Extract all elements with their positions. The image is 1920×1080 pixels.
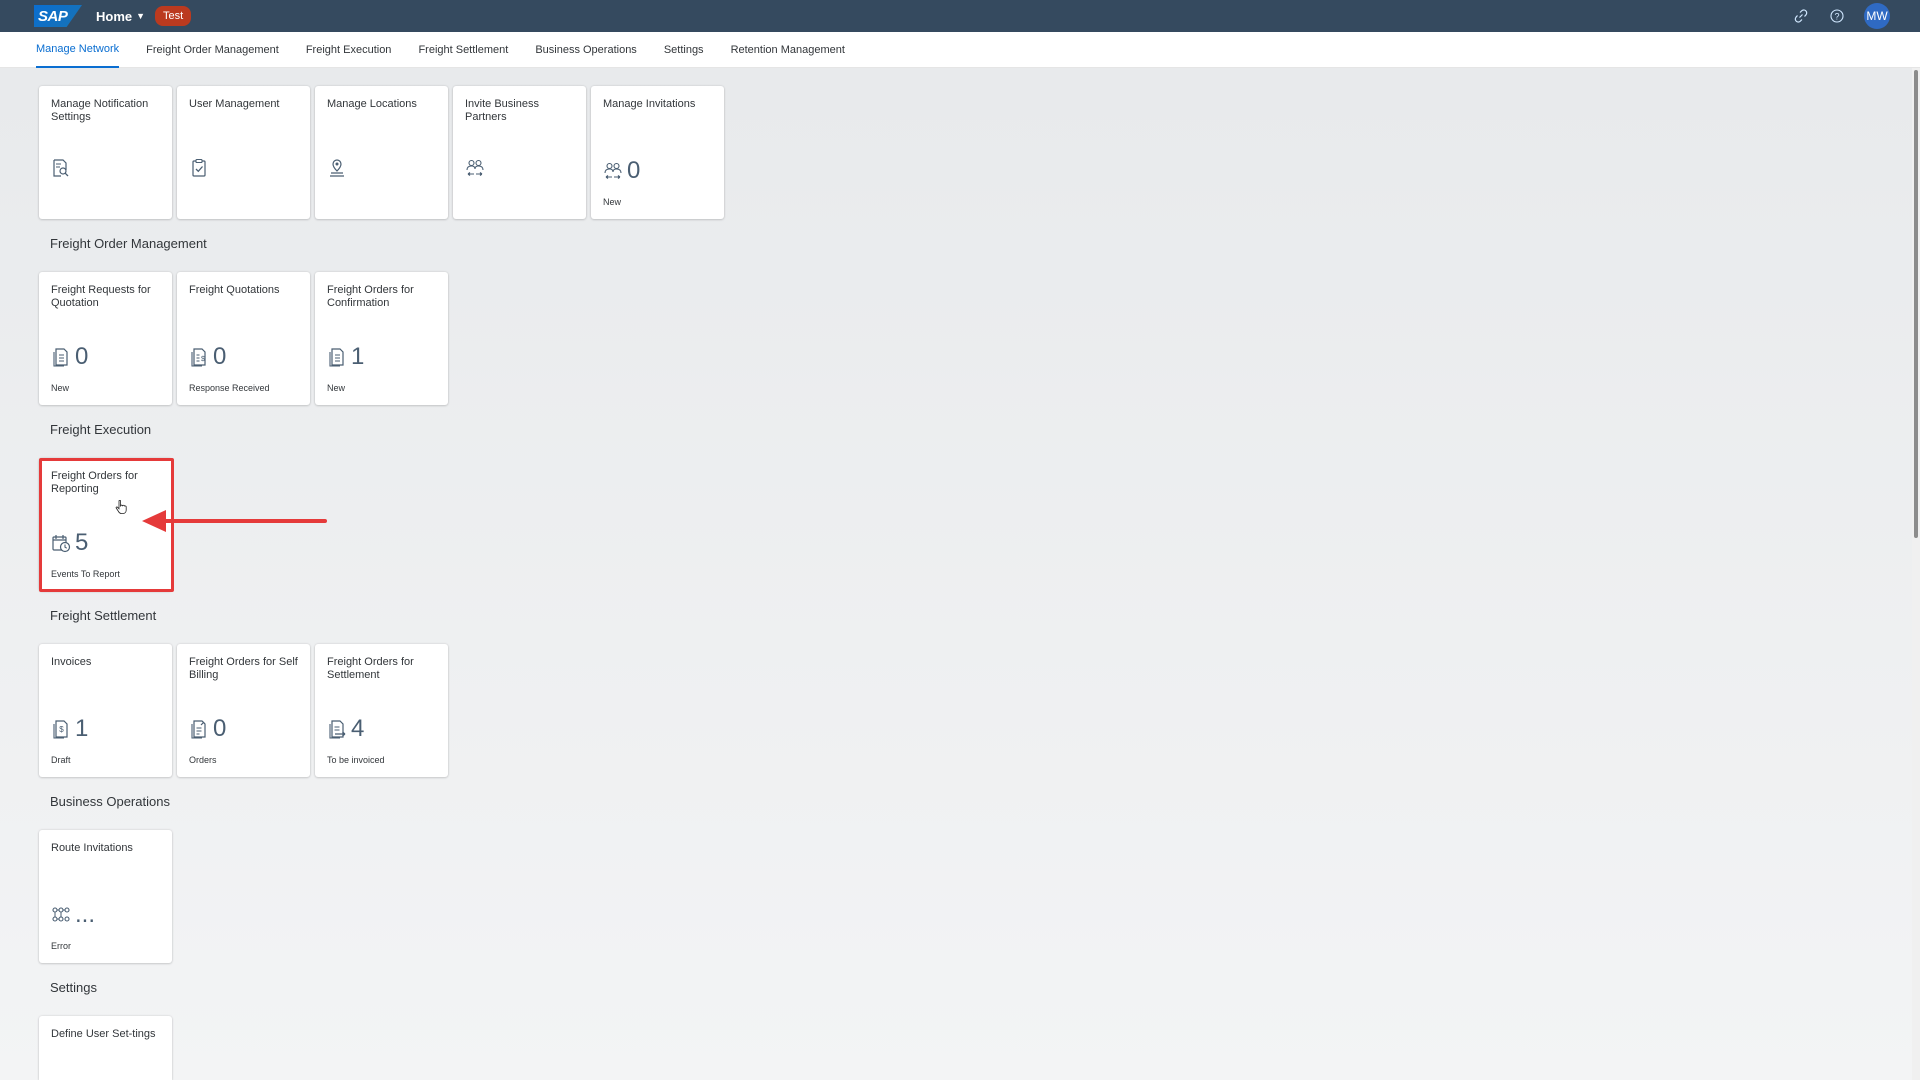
clipboard-check-icon [189, 158, 209, 178]
kpi-value: 1 [351, 343, 365, 370]
help-icon[interactable]: ? [1828, 7, 1846, 25]
document-list-icon [327, 347, 347, 367]
tile-title: Manage Invitations [603, 98, 696, 110]
tile-route-invitations[interactable]: Route Invitations ... Error [39, 830, 172, 963]
tile-invite-business-partners[interactable]: Invite Business Partners [453, 86, 586, 219]
tile-manage-notification-settings[interactable]: Manage Notification Settings [39, 86, 172, 219]
tile-title: Invite Business Partners [465, 98, 539, 123]
invoice-icon: $ [51, 719, 71, 739]
sap-logo[interactable]: SAP [34, 5, 82, 27]
document-arrow-icon [327, 719, 347, 739]
section-title-freight-execution: Freight Execution [50, 422, 152, 437]
svg-text:$: $ [59, 725, 64, 734]
tile-title: Define User Set-tings [51, 1028, 156, 1040]
environment-badge: Test [155, 6, 192, 26]
kpi-value: 0 [213, 343, 227, 370]
tile-freight-orders-for-confirmation[interactable]: Freight Orders for Confirmation 1 New [315, 272, 448, 405]
annotation-arrow-line [162, 519, 327, 523]
section-title-settings: Settings [50, 980, 97, 995]
tile-title: Route Invitations [51, 842, 133, 854]
kpi-value: 0 [75, 343, 89, 370]
anchor-business-operations[interactable]: Business Operations [535, 32, 637, 68]
chevron-down-icon: ▼ [136, 11, 146, 21]
link-icon[interactable] [1792, 7, 1810, 25]
section-title-freight-settlement: Freight Settlement [50, 608, 157, 623]
tile-define-user-settings[interactable]: Define User Set-tings [39, 1016, 172, 1080]
tile-title: Freight Orders for Self Billing [189, 656, 298, 681]
tile-freight-quotations[interactable]: Freight Quotations $ 0 Response Received [177, 272, 310, 405]
kpi-value: 4 [351, 715, 365, 742]
kpi-subtitle: To be invoiced [327, 755, 385, 765]
section-title-business-operations: Business Operations [50, 794, 170, 809]
shell-bar: SAP Home ▼ Test ? MW [0, 0, 1920, 32]
tile-title: Freight Requests for Quotation [51, 284, 151, 309]
svg-text:?: ? [1834, 12, 1839, 22]
tile-freight-orders-for-settlement[interactable]: Freight Orders for Settlement 4 To be in… [315, 644, 448, 777]
anchor-freight-order-management[interactable]: Freight Order Management [146, 32, 279, 68]
kpi-value: ... [75, 901, 96, 928]
page-content [0, 68, 1912, 1080]
tile-user-management[interactable]: User Management [177, 86, 310, 219]
home-menu-button[interactable]: Home ▼ [96, 9, 145, 24]
partners-exchange-icon [603, 161, 623, 181]
scrollbar-thumb[interactable] [1914, 70, 1918, 538]
document-search-icon [51, 158, 71, 178]
svg-text:$: $ [201, 356, 205, 363]
location-pin-icon [327, 158, 347, 178]
tile-title: User Management [189, 98, 280, 110]
tile-manage-invitations[interactable]: Manage Invitations 0 New [591, 86, 724, 219]
tile-title: Manage Notification Settings [51, 98, 149, 123]
document-dollar-icon: $ [189, 347, 209, 367]
home-menu-label: Home [96, 8, 133, 24]
tile-freight-orders-for-self-billing[interactable]: Freight Orders for Self Billing 0 Orders [177, 644, 310, 777]
kpi-subtitle: New [51, 383, 70, 393]
kpi-value: 1 [75, 715, 89, 742]
vertical-scrollbar[interactable] [1912, 68, 1920, 1080]
anchor-retention-management[interactable]: Retention Management [731, 32, 845, 68]
hand-cursor-icon [115, 499, 127, 517]
anchor-bar: Manage Network Freight Order Management … [0, 32, 1920, 68]
document-edit-icon [189, 719, 209, 739]
network-icon [51, 905, 71, 925]
document-list-icon [51, 347, 71, 367]
anchor-freight-execution[interactable]: Freight Execution [306, 32, 392, 68]
tile-freight-requests-for-quotation[interactable]: Freight Requests for Quotation 0 New [39, 272, 172, 405]
kpi-value: 0 [627, 157, 641, 184]
kpi-subtitle: Response Received [189, 383, 270, 393]
section-title-freight-order-management: Freight Order Management [50, 236, 207, 251]
kpi-subtitle: Draft [51, 755, 71, 765]
kpi-subtitle: New [603, 197, 622, 207]
kpi-subtitle: Error [51, 941, 71, 951]
kpi-value: 0 [213, 715, 227, 742]
tile-title: Freight Orders for Confirmation [327, 284, 414, 309]
anchor-freight-settlement[interactable]: Freight Settlement [418, 32, 508, 68]
partners-exchange-icon [465, 158, 485, 178]
anchor-settings[interactable]: Settings [664, 32, 704, 68]
tile-invoices[interactable]: Invoices $ 1 Draft [39, 644, 172, 777]
tile-title: Manage Locations [327, 98, 417, 110]
tile-title: Freight Quotations [189, 284, 280, 296]
tile-title: Freight Orders for Settlement [327, 656, 414, 681]
tile-title: Invoices [51, 656, 92, 668]
user-avatar[interactable]: MW [1864, 3, 1890, 29]
tile-manage-locations[interactable]: Manage Locations [315, 86, 448, 219]
anchor-manage-network[interactable]: Manage Network [36, 32, 120, 68]
kpi-subtitle: New [327, 383, 346, 393]
kpi-subtitle: Orders [189, 755, 217, 765]
